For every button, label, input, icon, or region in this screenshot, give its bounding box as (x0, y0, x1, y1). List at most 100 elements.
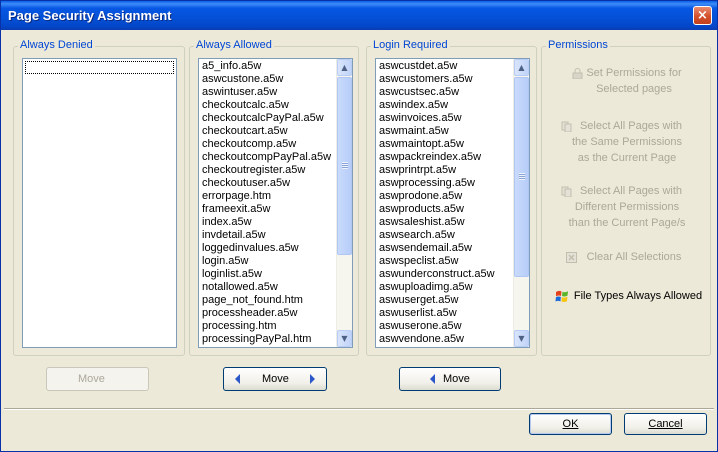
list-item[interactable]: checkoutcalcPayPal.a5w (201, 112, 335, 125)
list-item[interactable]: aswmaint.a5w (378, 125, 512, 138)
list-item[interactable]: processheader.a5w (201, 307, 335, 320)
list-item[interactable]: checkoutcalc.a5w (201, 99, 335, 112)
lock-icon (572, 68, 583, 79)
file-types-always-allowed-button[interactable]: File Types Always Allowed (544, 288, 710, 304)
arrow-right-icon (310, 374, 315, 384)
permissions-legend: Permissions (546, 39, 610, 51)
select-same-line-2: the Same Permissions (571, 136, 683, 148)
scroll-thumb[interactable] (337, 77, 352, 255)
close-button[interactable]: × (693, 6, 712, 25)
list-item[interactable]: processingPayPal.htm (201, 333, 335, 346)
list-item[interactable]: aswuserone.a5w (378, 320, 512, 333)
cancel-button[interactable]: Cancel (624, 413, 707, 435)
list-item[interactable]: aswprodone.a5w (378, 190, 512, 203)
grip-icon (519, 173, 525, 180)
move-login-label: Move (443, 373, 470, 385)
list-item[interactable]: aswcustdet.a5w (378, 60, 512, 73)
list-item[interactable]: aswuploadimg.a5w (378, 281, 512, 294)
ok-label: OK (562, 418, 579, 430)
select-different-line-2: Different Permissions (574, 201, 680, 213)
list-item[interactable]: checkoutuser.a5w (201, 177, 335, 190)
arrow-left-icon (430, 374, 435, 384)
scroll-down-arrow-icon[interactable]: ▼ (337, 330, 352, 347)
focus-placeholder (25, 61, 174, 74)
scroll-thumb[interactable] (514, 77, 529, 277)
scroll-up-arrow-icon[interactable]: ▲ (337, 59, 352, 76)
move-allowed-label: Move (262, 373, 289, 385)
list-item[interactable]: aswunderconstruct.a5w (378, 268, 512, 281)
move-login-button[interactable]: Move (399, 367, 501, 391)
move-denied-label: Move (78, 373, 105, 385)
always-allowed-group: Always Allowed a5_info.a5w aswcustone.a5w… (189, 39, 359, 356)
list-item[interactable]: invdetail.a5w (201, 229, 335, 242)
select-pages-icon (561, 186, 572, 197)
list-item[interactable]: page_not_found.htm (201, 294, 335, 307)
always-denied-group: Always Denied (13, 39, 185, 356)
login-required-items: aswcustdet.a5w aswcustomers.a5w aswcustsec… (378, 60, 512, 346)
title-bar[interactable]: Page Security Assignment × (1, 1, 717, 30)
list-item[interactable]: aswintuser.a5w (201, 86, 335, 99)
list-item[interactable]: aswvendone.a5w (378, 333, 512, 346)
list-item[interactable]: aswcustomers.a5w (378, 73, 512, 86)
clear-icon (566, 252, 577, 263)
list-item[interactable]: a5_info.a5w (201, 60, 335, 73)
always-allowed-list[interactable]: a5_info.a5w aswcustone.a5w aswintuser.a5w c… (198, 58, 353, 348)
list-item[interactable]: aswmaintopt.a5w (378, 138, 512, 151)
list-item[interactable]: aswsearch.a5w (378, 229, 512, 242)
list-item[interactable]: loginlist.a5w (201, 268, 335, 281)
list-item[interactable]: login.a5w (201, 255, 335, 268)
list-item[interactable]: checkoutcomp.a5w (201, 138, 335, 151)
always-denied-legend: Always Denied (18, 39, 95, 51)
arrow-left-icon (235, 374, 240, 384)
list-item[interactable]: aswprintrpt.a5w (378, 164, 512, 177)
list-item[interactable]: aswuserget.a5w (378, 294, 512, 307)
grip-icon (342, 162, 348, 169)
list-item[interactable]: aswcustone.a5w (201, 73, 335, 86)
select-different-line-3: than the Current Page/s (568, 217, 686, 229)
list-item[interactable]: notallowed.a5w (201, 281, 335, 294)
list-item[interactable]: aswinvoices.a5w (378, 112, 512, 125)
list-item[interactable]: aswuserlist.a5w (378, 307, 512, 320)
login-required-list[interactable]: aswcustdet.a5w aswcustomers.a5w aswcustsec… (375, 58, 530, 348)
move-denied-button[interactable]: Move (46, 367, 149, 391)
always-allowed-scrollbar[interactable]: ▲ ▼ (336, 59, 352, 347)
list-item[interactable]: aswsendemail.a5w (378, 242, 512, 255)
list-item[interactable]: aswsaleshist.a5w (378, 216, 512, 229)
list-item[interactable]: checkoutcart.a5w (201, 125, 335, 138)
dialog-title: Page Security Assignment (8, 8, 172, 23)
clear-all-selections-button[interactable]: Clear All Selections (544, 249, 710, 265)
separator (4, 408, 714, 410)
set-permissions-line-2: Selected pages (596, 83, 672, 95)
list-item[interactable]: processing.htm (201, 320, 335, 333)
select-different-permissions-button[interactable]: Select All Pages with Different Permissi… (544, 183, 710, 231)
windows-flag-icon (555, 290, 568, 302)
list-item[interactable]: index.a5w (201, 216, 335, 229)
list-item[interactable]: checkoutregister.a5w (201, 164, 335, 177)
scroll-down-arrow-icon[interactable]: ▼ (514, 330, 529, 347)
always-denied-list[interactable] (22, 58, 177, 348)
permissions-group: Permissions Set Permissions for Selected… (541, 39, 711, 356)
list-item[interactable]: aswprocessing.a5w (378, 177, 512, 190)
list-item[interactable]: aswcustsec.a5w (378, 86, 512, 99)
list-item[interactable]: frameexit.a5w (201, 203, 335, 216)
list-item[interactable]: checkoutcompPayPal.a5w (201, 151, 335, 164)
set-permissions-button[interactable]: Set Permissions for Selected pages (544, 65, 710, 97)
list-item[interactable]: aswpackreindex.a5w (378, 151, 512, 164)
login-required-group: Login Required aswcustdet.a5w aswcustomer… (366, 39, 537, 356)
close-icon: × (697, 8, 708, 23)
list-item[interactable]: loggedinvalues.a5w (201, 242, 335, 255)
list-item[interactable]: aswspeclist.a5w (378, 255, 512, 268)
always-allowed-legend: Always Allowed (194, 39, 274, 51)
list-item[interactable]: errorpage.htm (201, 190, 335, 203)
ok-button[interactable]: OK (529, 413, 612, 435)
dialog-body: Always Denied Always Allowed a5_info.a5w… (4, 30, 714, 449)
list-item[interactable]: aswproducts.a5w (378, 203, 512, 216)
cancel-label: Cancel (648, 418, 683, 430)
select-pages-icon (561, 121, 572, 132)
select-same-line-3: as the Current Page (577, 152, 677, 164)
scroll-up-arrow-icon[interactable]: ▲ (514, 59, 529, 76)
list-item[interactable]: aswindex.a5w (378, 99, 512, 112)
move-allowed-button[interactable]: Move (223, 367, 327, 391)
select-same-permissions-button[interactable]: Select All Pages with the Same Permissio… (544, 118, 710, 166)
login-required-scrollbar[interactable]: ▲ ▼ (513, 59, 529, 347)
